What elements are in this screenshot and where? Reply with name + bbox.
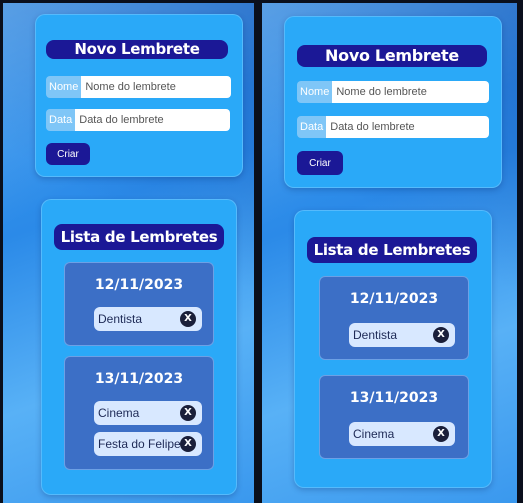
name-input[interactable] <box>81 76 232 98</box>
name-label: Nome <box>46 76 82 98</box>
reminder-text: Festa do Felipe <box>98 437 181 451</box>
reminder-group: 13/11/2023 Cinema X <box>319 375 469 459</box>
delete-icon[interactable]: X <box>433 426 449 442</box>
reminder-text: Cinema <box>98 406 140 420</box>
reminder-group: 13/11/2023 Cinema X Festa do Felipe X <box>64 356 214 470</box>
name-label: Nome <box>297 81 333 103</box>
group-date: 12/11/2023 <box>94 277 184 293</box>
reminder-text: Cinema <box>353 427 395 441</box>
delete-icon[interactable]: X <box>180 405 196 421</box>
app-view-right: Novo Lembrete Nome Data Criar Lista de L… <box>262 3 517 503</box>
reminder-item: Dentista X <box>349 323 455 347</box>
view-divider <box>254 0 262 503</box>
date-input[interactable] <box>75 109 230 131</box>
date-input[interactable] <box>326 116 489 138</box>
group-date: 13/11/2023 <box>349 390 439 406</box>
reminder-text: Dentista <box>98 312 143 326</box>
reminder-item: Festa do Felipe X <box>94 432 202 456</box>
date-label: Data <box>46 109 76 131</box>
reminder-text: Dentista <box>353 328 398 342</box>
reminder-group: 12/11/2023 Dentista X <box>64 262 214 346</box>
create-button[interactable]: Criar <box>46 143 90 165</box>
date-field: Data <box>297 116 489 138</box>
date-field: Data <box>46 109 230 131</box>
group-date: 12/11/2023 <box>349 291 439 307</box>
new-reminder-title: Novo Lembrete <box>46 40 228 59</box>
reminder-group: 12/11/2023 Dentista X <box>319 276 469 360</box>
create-button[interactable]: Criar <box>297 151 343 175</box>
delete-icon[interactable]: X <box>433 327 449 343</box>
reminder-list-card: Lista de Lembretes 12/11/2023 Dentista X… <box>294 210 492 488</box>
reminder-list-title: Lista de Lembretes <box>54 224 224 250</box>
name-field: Nome <box>297 81 489 103</box>
reminder-list-title: Lista de Lembretes <box>307 237 477 263</box>
reminder-item: Cinema X <box>94 401 202 425</box>
app-view-left: Novo Lembrete Nome Data Criar Lista de L… <box>3 3 254 503</box>
new-reminder-card: Novo Lembrete Nome Data Criar <box>35 14 243 177</box>
new-reminder-title: Novo Lembrete <box>297 45 487 67</box>
reminder-list-card: Lista de Lembretes 12/11/2023 Dentista X… <box>41 199 237 495</box>
reminder-item: Dentista X <box>94 307 202 331</box>
delete-icon[interactable]: X <box>180 311 196 327</box>
reminder-item: Cinema X <box>349 422 455 446</box>
date-label: Data <box>297 116 327 138</box>
name-field: Nome <box>46 76 232 98</box>
name-input[interactable] <box>332 81 489 103</box>
delete-icon[interactable]: X <box>180 436 196 452</box>
new-reminder-card: Novo Lembrete Nome Data Criar <box>284 16 502 188</box>
group-date: 13/11/2023 <box>94 371 184 387</box>
